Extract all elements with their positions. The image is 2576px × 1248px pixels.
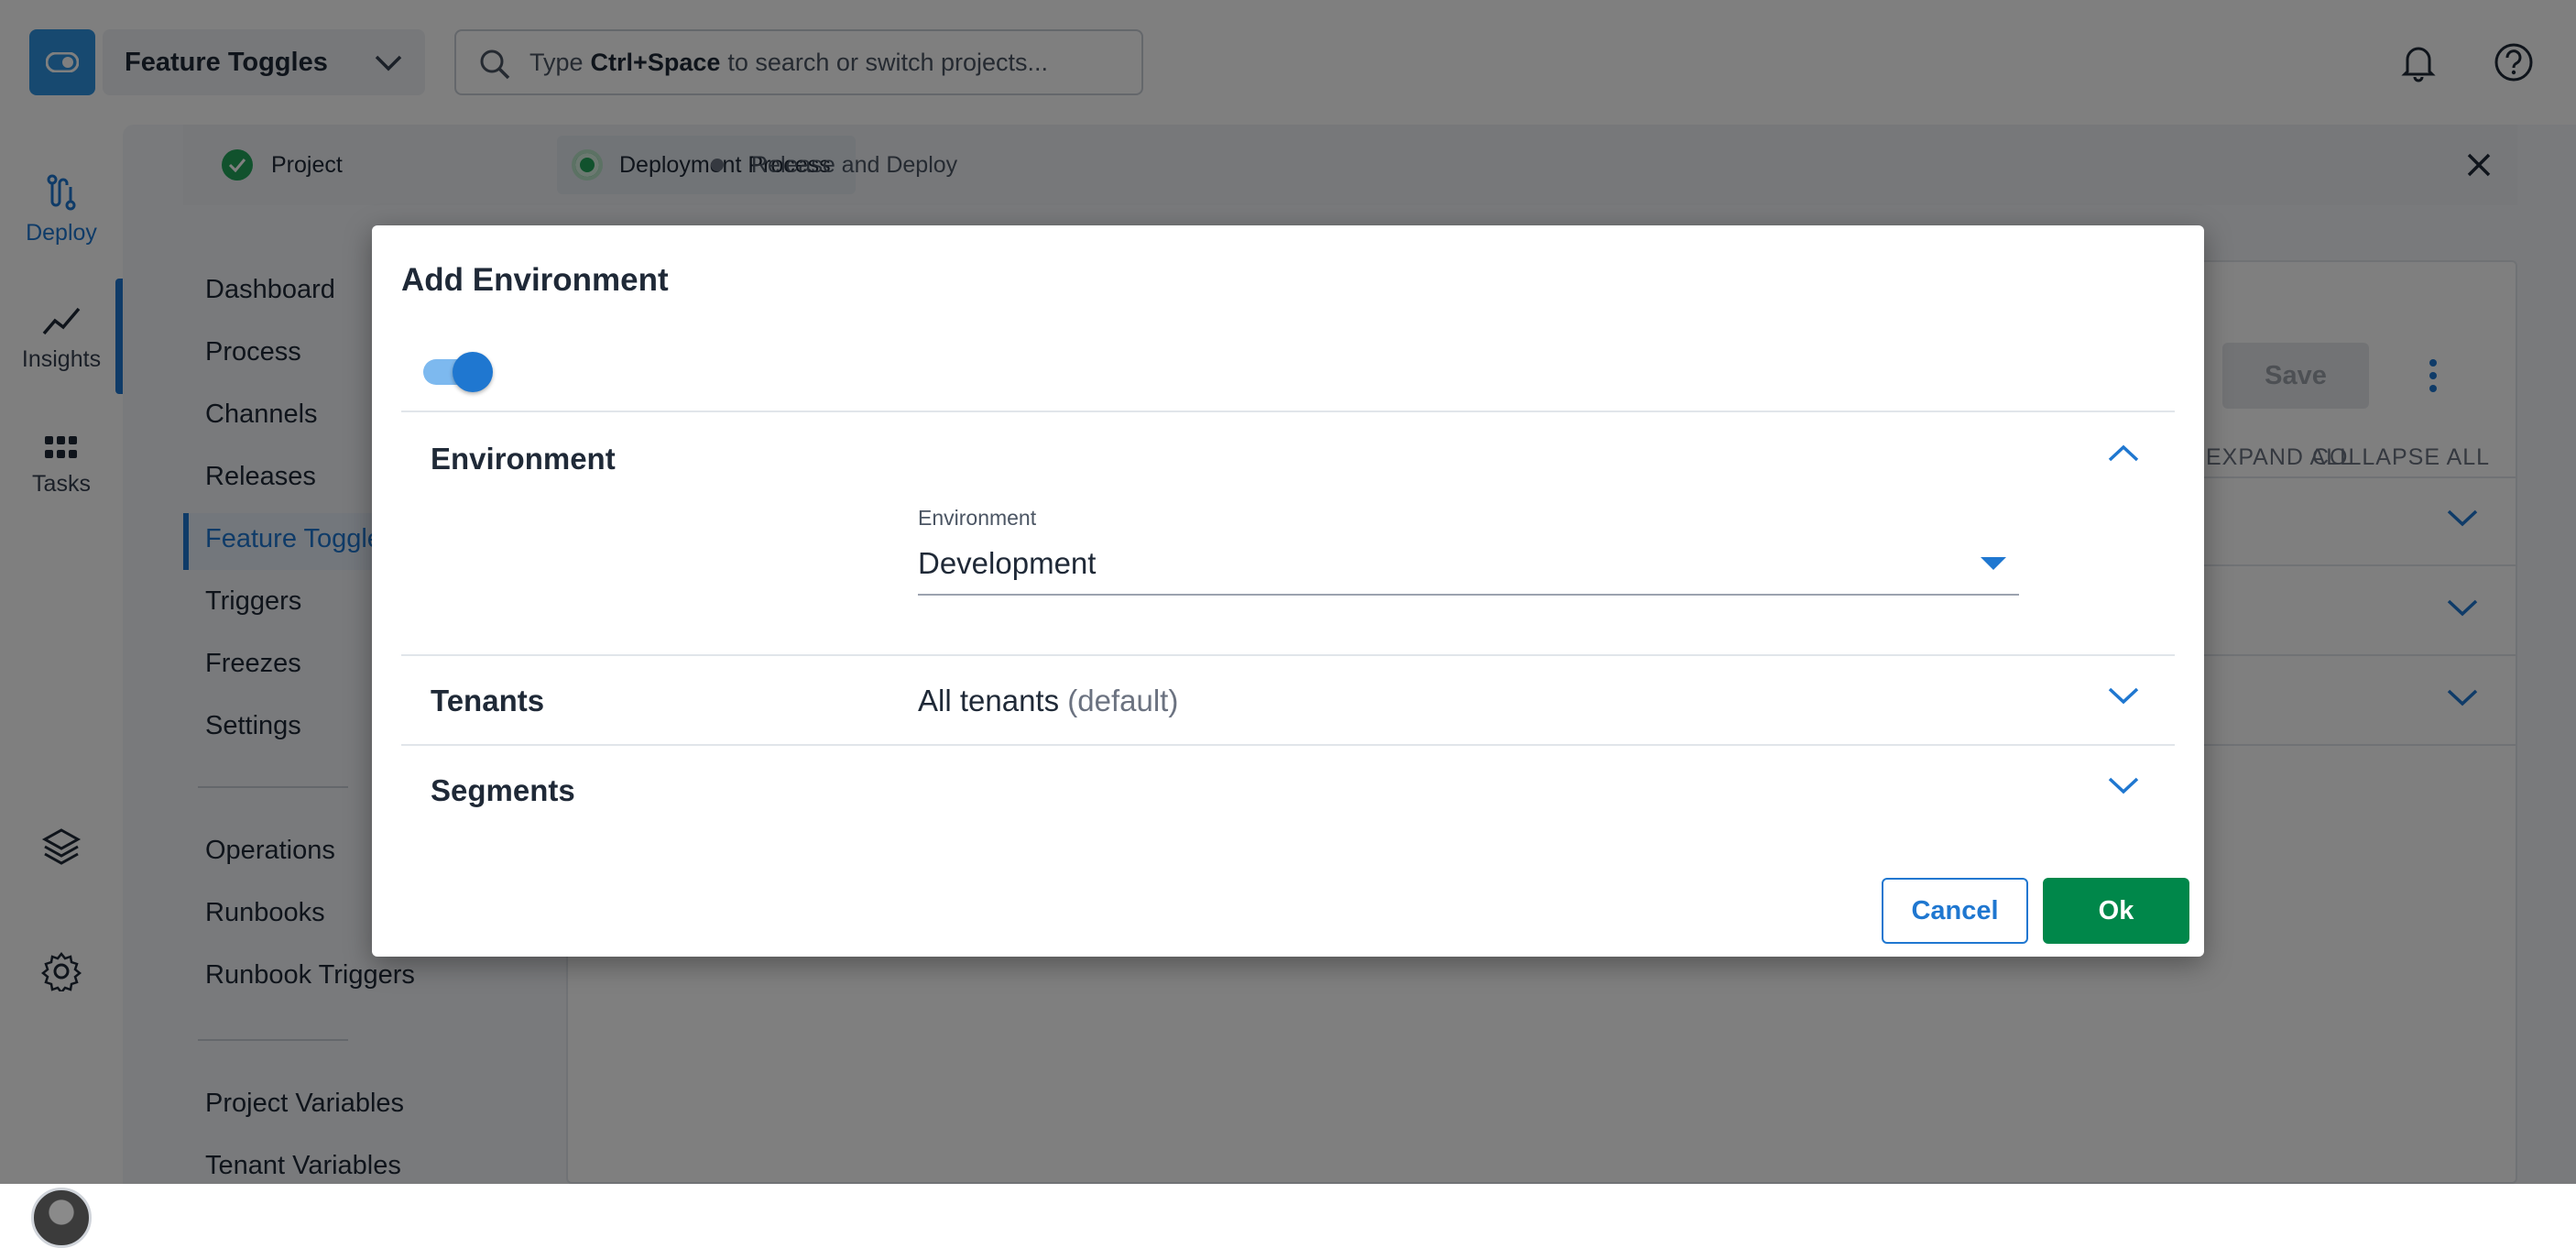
section-divider xyxy=(401,744,2175,746)
environment-select-underline xyxy=(918,594,2019,596)
dialog-title: Add Environment xyxy=(401,262,669,298)
chevron-down-icon[interactable] xyxy=(2107,685,2140,710)
ok-button[interactable]: Ok xyxy=(2043,878,2189,944)
dropdown-arrow-icon[interactable] xyxy=(1981,557,2006,570)
environment-select[interactable]: Development xyxy=(918,546,1096,581)
enabled-toggle[interactable] xyxy=(423,352,493,392)
chevron-up-icon[interactable] xyxy=(2107,443,2140,468)
tenants-section-title[interactable]: Tenants xyxy=(431,684,544,718)
segments-section-title[interactable]: Segments xyxy=(431,773,575,808)
cancel-button[interactable]: Cancel xyxy=(1882,878,2028,944)
tenants-summary: All tenants (default) xyxy=(918,684,1178,718)
section-divider xyxy=(401,654,2175,656)
tenants-value: All tenants xyxy=(918,684,1060,717)
avatar[interactable] xyxy=(31,1188,92,1248)
environment-section-title[interactable]: Environment xyxy=(431,442,616,476)
environment-field-label: Environment xyxy=(918,506,1037,530)
section-divider xyxy=(401,411,2175,412)
chevron-down-icon[interactable] xyxy=(2107,775,2140,800)
add-environment-dialog: Add Environment Environment Environment … xyxy=(372,225,2204,957)
tenants-default-note: (default) xyxy=(1067,684,1179,717)
toggle-knob xyxy=(453,352,493,392)
